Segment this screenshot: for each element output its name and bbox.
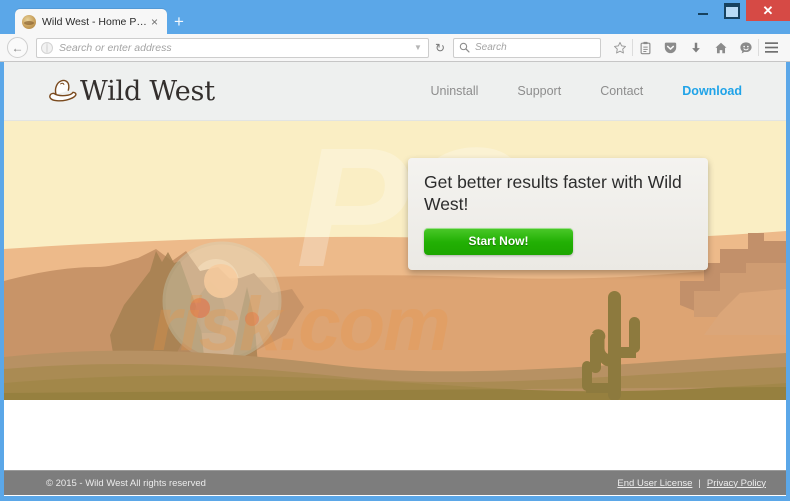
chevron-down-icon[interactable]: ▼	[414, 43, 422, 52]
sync-smiley-icon[interactable]	[733, 35, 758, 61]
minimize-button[interactable]	[688, 0, 717, 21]
site-nav: Uninstall Support Contact Download	[430, 84, 764, 98]
promo-popup: Get better results faster with Wild West…	[408, 158, 708, 270]
reload-icon[interactable]: ↻	[435, 42, 445, 54]
site-header: Wild West Uninstall Support Contact Down…	[4, 62, 786, 121]
promo-headline: Get better results faster with Wild West…	[424, 172, 682, 215]
cowboy-hat-favicon	[22, 14, 36, 29]
search-bar[interactable]: Search	[453, 37, 601, 58]
address-input[interactable]: Search or enter address	[59, 42, 172, 54]
search-input[interactable]: Search	[475, 42, 507, 53]
maximize-button[interactable]	[717, 0, 746, 21]
nav-item-uninstall[interactable]: Uninstall	[430, 84, 478, 98]
tab-close-icon[interactable]: ×	[148, 16, 161, 28]
browser-window: ✕ Wild West - Home Page × + ← Search or …	[0, 0, 790, 501]
hero-banner: PC risk.com Get better results faster wi…	[4, 121, 786, 400]
footer-links: End User License | Privacy Policy	[617, 478, 766, 489]
nav-item-download[interactable]: Download	[682, 84, 742, 98]
start-now-button[interactable]: Start Now!	[424, 227, 573, 255]
address-bar[interactable]: Search or enter address ▼	[36, 37, 429, 58]
downloads-icon[interactable]	[683, 35, 708, 61]
end-user-license-link[interactable]: End User License	[617, 478, 692, 489]
browser-navbar: ← Search or enter address ▼ ↻ Search	[0, 34, 790, 62]
brand-name: Wild West	[80, 75, 215, 107]
new-tab-button[interactable]: +	[174, 13, 184, 30]
back-button[interactable]: ←	[7, 37, 28, 58]
globe-icon	[41, 41, 53, 54]
magnifier-icon	[459, 42, 470, 53]
privacy-policy-link[interactable]: Privacy Policy	[707, 478, 766, 489]
window-controls: ✕	[688, 0, 790, 22]
hamburger-menu-icon[interactable]	[759, 35, 784, 61]
tab-strip: ✕ Wild West - Home Page × +	[0, 0, 790, 34]
pocket-icon[interactable]	[658, 35, 683, 61]
content-blank-area	[4, 400, 786, 470]
close-window-button[interactable]: ✕	[746, 0, 790, 21]
nav-item-support[interactable]: Support	[517, 84, 561, 98]
page-viewport: Wild West Uninstall Support Contact Down…	[4, 62, 786, 496]
home-icon[interactable]	[708, 35, 733, 61]
bookmark-star-icon[interactable]	[607, 35, 632, 61]
browser-toolbar-icons	[607, 35, 790, 61]
brand[interactable]: Wild West	[46, 76, 215, 107]
copyright-text: © 2015 - Wild West All rights reserved	[46, 477, 206, 489]
tab-title: Wild West - Home Page	[42, 15, 148, 28]
nav-item-contact[interactable]: Contact	[600, 84, 643, 98]
site-footer: © 2015 - Wild West All rights reserved E…	[4, 470, 786, 495]
footer-separator: |	[698, 477, 701, 489]
reader-mode-icon[interactable]	[633, 35, 658, 61]
browser-tab[interactable]: Wild West - Home Page ×	[15, 9, 167, 34]
